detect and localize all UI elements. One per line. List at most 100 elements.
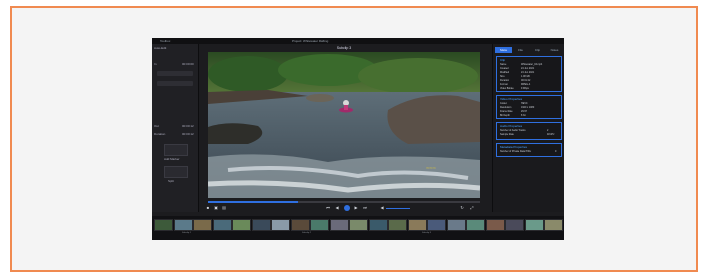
duration-value: 00:00:12 bbox=[182, 132, 194, 136]
field-label: Resolution bbox=[500, 106, 512, 109]
left-panel-subtitle: Auto-Edit bbox=[154, 46, 167, 50]
step-back-icon[interactable]: ◀ bbox=[335, 206, 339, 210]
field-value: HEVC bbox=[521, 102, 528, 105]
add-marker-button[interactable] bbox=[164, 144, 188, 156]
metadata-properties-section: Metadata Properties Number of Private Da… bbox=[496, 143, 562, 157]
field-value: 24 Jun 2021 bbox=[521, 71, 535, 74]
field-value: Whitewater_04.mp4 bbox=[521, 63, 543, 66]
volume-icon[interactable]: ◀ bbox=[380, 206, 384, 210]
video-editor-window: Toolbox Project: Whitewater Rafting Auto… bbox=[152, 38, 564, 240]
mark-icon[interactable]: ▤ bbox=[222, 206, 226, 210]
video-properties-title: Video Properties bbox=[500, 97, 523, 101]
tab-meta[interactable]: Meta bbox=[495, 47, 512, 53]
filmstrip-thumbnail[interactable] bbox=[466, 219, 485, 231]
filmstrip-thumbnail[interactable] bbox=[212, 219, 232, 231]
field-label: Number of Private Data PIDs bbox=[500, 150, 531, 153]
play-button[interactable] bbox=[344, 205, 350, 211]
field-label: Format bbox=[500, 83, 508, 86]
field-label: Duration bbox=[500, 79, 510, 82]
field-value: 00:01:22 bbox=[521, 79, 531, 82]
window-title: Project: Whitewater Rafting bbox=[292, 39, 329, 43]
field-value: 9 Mbps bbox=[521, 87, 529, 90]
filmstrip-thumbnail[interactable] bbox=[193, 219, 212, 231]
filmstrip-thumbnail[interactable] bbox=[524, 219, 544, 231]
loop-icon[interactable]: ↻ bbox=[460, 206, 464, 210]
skip-forward-icon[interactable]: ⏭ bbox=[363, 206, 367, 210]
audio-properties-title: Audio Properties bbox=[500, 124, 523, 128]
field-label: Codec bbox=[500, 102, 507, 105]
field-label: Bit Depth bbox=[500, 114, 510, 117]
filmstrip-thumbnail[interactable] bbox=[427, 219, 446, 231]
field-label: Frame Rate bbox=[500, 110, 513, 113]
filmstrip-thumbnail[interactable] bbox=[251, 219, 271, 231]
prev-button[interactable] bbox=[157, 71, 193, 76]
field-label: Name bbox=[500, 63, 507, 66]
field-label: Modified bbox=[500, 71, 510, 74]
field-label: Video Bitrate bbox=[500, 87, 514, 90]
filmstrip: Subclip 1 Subclip 2 Subclip 3 bbox=[152, 216, 564, 240]
clip-section: Clip Name Whitewater_04.mp4 Created 24 J… bbox=[496, 56, 562, 92]
filmstrip-thumbnail[interactable] bbox=[329, 219, 349, 231]
filmstrip-thumbnail[interactable] bbox=[173, 219, 193, 231]
skip-back-icon[interactable]: ⏮ bbox=[326, 206, 330, 210]
field-value: 48 kHz bbox=[547, 133, 555, 136]
video-title: Subclip 3 bbox=[336, 46, 352, 50]
filmstrip-thumbnail[interactable] bbox=[388, 219, 407, 231]
river-scene-image: ≈≈≈ bbox=[208, 52, 480, 198]
next-button[interactable] bbox=[157, 81, 193, 86]
stop-icon[interactable]: ■ bbox=[206, 206, 210, 210]
field-value: 29.97 bbox=[521, 110, 527, 113]
split-label: Split bbox=[168, 179, 174, 183]
duration-label: Duration bbox=[154, 132, 166, 136]
field-value: 1.08 GB bbox=[521, 75, 530, 78]
metadata-properties-title: Metadata Properties bbox=[500, 145, 528, 149]
clip-icon[interactable]: ▣ bbox=[214, 206, 218, 210]
field-value: MPEG-4 bbox=[521, 83, 531, 86]
field-value: 8 bit bbox=[521, 114, 526, 117]
audio-properties-section: Audio Properties Number of Audio Tracks … bbox=[496, 122, 562, 140]
scrubber-progress bbox=[208, 201, 298, 203]
field-label: Number of Audio Tracks bbox=[500, 129, 526, 132]
field-value: 2 bbox=[547, 129, 549, 132]
field-label: Size bbox=[500, 75, 505, 78]
field-label: Sample Rate bbox=[500, 133, 514, 136]
volume-slider[interactable] bbox=[386, 208, 410, 209]
inspector-tabs: Meta File Clip Notes bbox=[495, 47, 563, 53]
left-panel: Auto-Edit In 00:00:00 Out 00:00:12 Durat… bbox=[152, 44, 199, 212]
out-label: Out bbox=[154, 124, 159, 128]
field-value: 1920 x 1080 bbox=[521, 106, 535, 109]
filmstrip-thumbnail[interactable] bbox=[368, 219, 388, 231]
filmstrip-thumbnail[interactable] bbox=[349, 219, 368, 231]
filmstrip-thumbnail[interactable] bbox=[485, 219, 505, 231]
filmstrip-thumbnail[interactable] bbox=[505, 219, 524, 231]
field-value: 0 bbox=[555, 150, 557, 153]
filmstrip-thumbnail[interactable] bbox=[154, 219, 173, 231]
filmstrip-thumbnail[interactable] bbox=[407, 219, 427, 231]
fullscreen-icon[interactable]: ⤢ bbox=[470, 206, 474, 210]
tab-file[interactable]: File bbox=[512, 47, 529, 53]
field-label: Created bbox=[500, 67, 509, 70]
filmstrip-thumbnail[interactable] bbox=[310, 219, 329, 231]
out-value: 00:00:12 bbox=[182, 124, 194, 128]
video-properties-section: Video Properties Codec HEVC Resolution 1… bbox=[496, 95, 562, 119]
tab-clip[interactable]: Clip bbox=[529, 47, 546, 53]
timeline-scrubber[interactable] bbox=[208, 201, 480, 203]
filmstrip-label: Subclip 1 bbox=[182, 232, 191, 234]
step-forward-icon[interactable]: ▶ bbox=[354, 206, 358, 210]
filmstrip-thumbnail[interactable] bbox=[290, 219, 310, 231]
tab-notes[interactable]: Notes bbox=[546, 47, 563, 53]
add-marker-label: Add Marker bbox=[164, 157, 180, 161]
filmstrip-thumbnail[interactable] bbox=[271, 219, 290, 231]
clip-section-title: Clip bbox=[500, 58, 506, 62]
split-button[interactable] bbox=[164, 166, 188, 178]
svg-text:≈≈≈: ≈≈≈ bbox=[426, 166, 437, 172]
field-value: 24 Jun 2021 bbox=[521, 67, 535, 70]
filmstrip-thumbnail[interactable] bbox=[446, 219, 466, 231]
filmstrip-thumbnail[interactable] bbox=[232, 219, 251, 231]
filmstrip-label: Subclip 3 bbox=[422, 232, 431, 234]
filmstrip-thumbnail[interactable] bbox=[544, 219, 563, 231]
playback-controls: ■ ▣ ▤ ⏮ ◀ ▶ ⏭ ◀ ↻ ⤢ bbox=[198, 205, 492, 213]
video-preview[interactable]: ≈≈≈ bbox=[208, 52, 480, 198]
in-label: In bbox=[154, 62, 157, 66]
in-value: 00:00:00 bbox=[182, 62, 194, 66]
